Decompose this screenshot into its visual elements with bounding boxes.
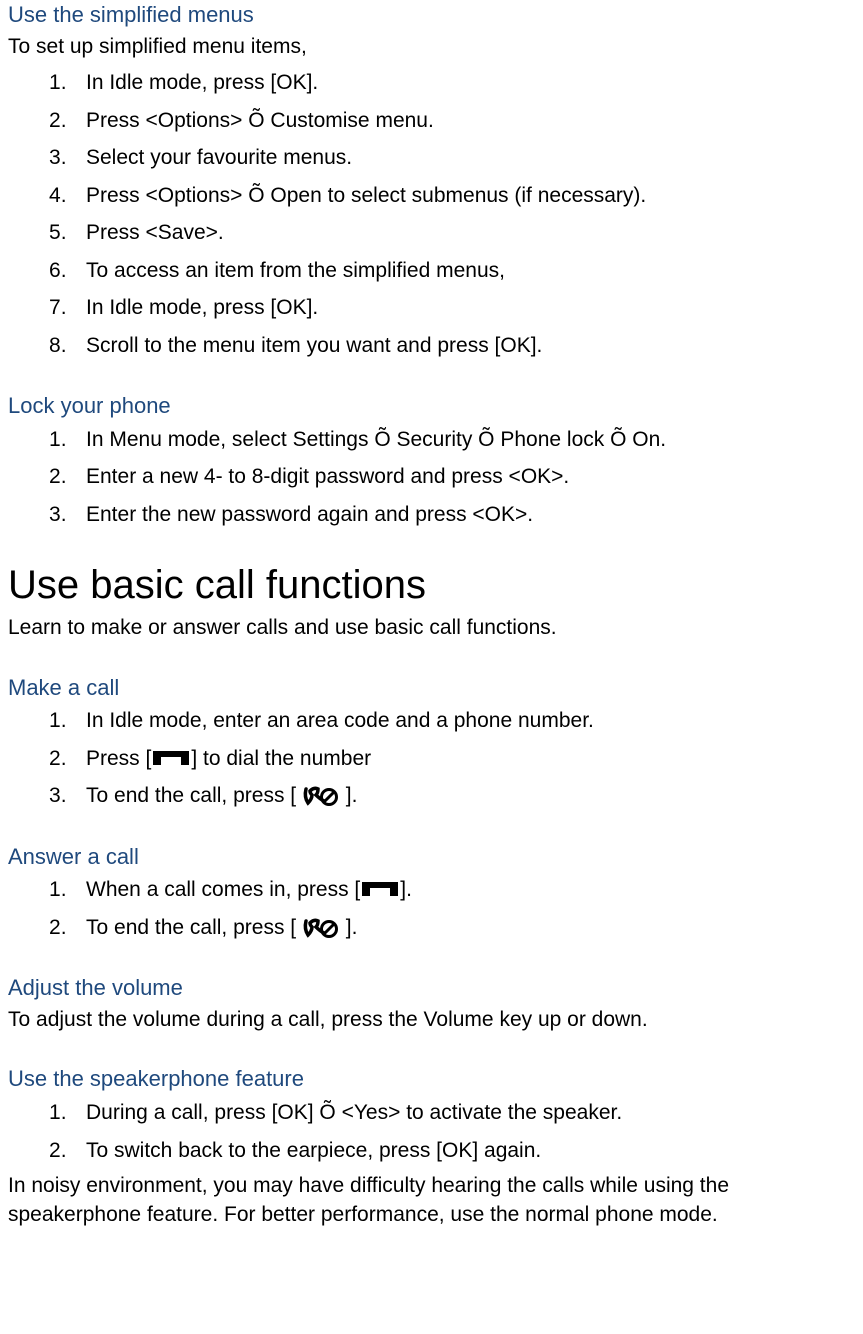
text-adjust-volume: To adjust the volume during a call, pres…: [8, 1006, 855, 1034]
heading-make-call: Make a call: [8, 673, 855, 703]
intro-basic-call: Learn to make or answer calls and use ba…: [8, 614, 855, 642]
list-item: During a call, press [OK] Õ <Yes> to act…: [86, 1097, 855, 1129]
list-item: Press <Save>.: [86, 217, 855, 249]
text-fragment: ].: [340, 916, 358, 939]
list-item: Select your favourite menus.: [86, 142, 855, 174]
text-fragment: When a call comes in, press [: [86, 878, 360, 901]
list-item: To end the call, press [ ].: [86, 780, 855, 812]
list-item: Enter the new password again and press <…: [86, 499, 855, 531]
list-item: Press <Options> Õ Customise menu.: [86, 105, 855, 137]
list-make-call: In Idle mode, enter an area code and a p…: [8, 705, 855, 812]
heading-simplified-menus: Use the simplified menus: [8, 0, 855, 30]
list-simplified-menus: In Idle mode, press [OK]. Press <Options…: [8, 67, 855, 361]
text-fragment: To end the call, press [: [86, 916, 302, 939]
list-item: To switch back to the earpiece, press [O…: [86, 1135, 855, 1167]
list-item: To access an item from the simplified me…: [86, 255, 855, 287]
list-item: To end the call, press [ ].: [86, 912, 855, 944]
end-key-icon: [302, 783, 340, 807]
list-speakerphone: During a call, press [OK] Õ <Yes> to act…: [8, 1097, 855, 1166]
send-key-icon: [360, 880, 400, 898]
send-key-icon: [151, 749, 191, 767]
list-item: In Menu mode, select Settings Õ Security…: [86, 424, 855, 456]
heading-adjust-volume: Adjust the volume: [8, 973, 855, 1003]
list-lock-phone: In Menu mode, select Settings Õ Security…: [8, 424, 855, 531]
note-speakerphone: In noisy environment, you may have diffi…: [8, 1172, 855, 1230]
text-fragment: ].: [400, 878, 412, 901]
list-item: In Idle mode, enter an area code and a p…: [86, 705, 855, 737]
list-item: Press [ ] to dial the number: [86, 743, 855, 775]
list-item: Enter a new 4- to 8-digit password and p…: [86, 461, 855, 493]
heading-lock-phone: Lock your phone: [8, 391, 855, 421]
list-answer-call: When a call comes in, press []. To end t…: [8, 874, 855, 943]
heading-basic-call-functions: Use basic call functions: [8, 558, 855, 612]
list-item: Scroll to the menu item you want and pre…: [86, 330, 855, 362]
text-fragment: Press [: [86, 747, 151, 770]
list-item: Press <Options> Õ Open to select submenu…: [86, 180, 855, 212]
text-fragment: ] to dial the number: [191, 747, 371, 770]
list-item: When a call comes in, press [].: [86, 874, 855, 906]
heading-answer-call: Answer a call: [8, 842, 855, 872]
heading-speakerphone: Use the speakerphone feature: [8, 1064, 855, 1094]
text-fragment: ].: [340, 784, 358, 807]
intro-simplified-menus: To set up simplified menu items,: [8, 33, 855, 61]
list-item: In Idle mode, press [OK].: [86, 292, 855, 324]
end-key-icon: [302, 915, 340, 939]
text-fragment: To end the call, press [: [86, 784, 302, 807]
list-item: In Idle mode, press [OK].: [86, 67, 855, 99]
